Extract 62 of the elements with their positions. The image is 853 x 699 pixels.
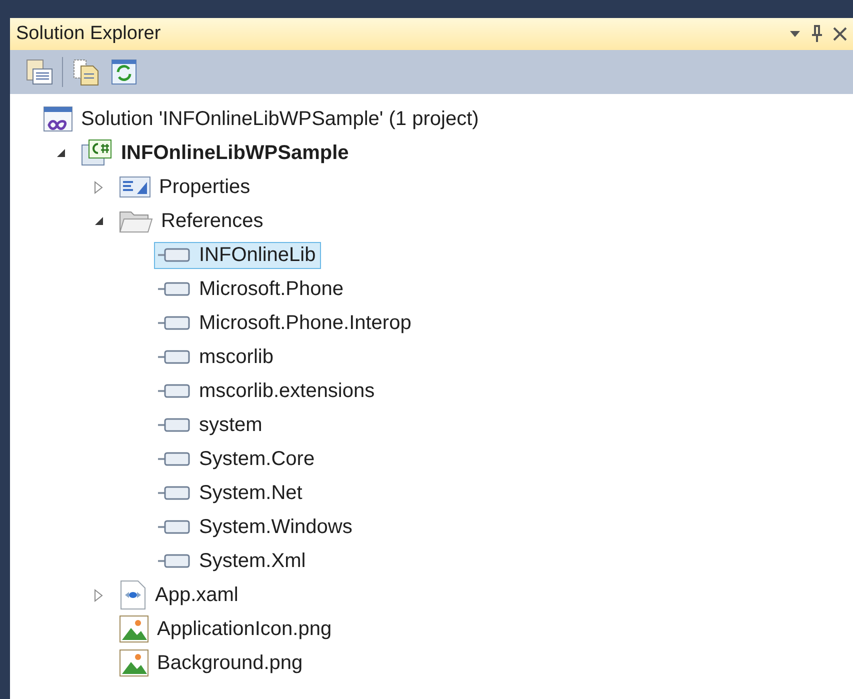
tree-item-label: References (161, 210, 264, 232)
reference-icon (157, 451, 191, 467)
tree-item-label: System.Windows (199, 516, 352, 538)
tree-item-label: Background.png (157, 652, 303, 674)
reference-icon (157, 485, 191, 501)
csharp-project-icon (81, 139, 113, 167)
tree-item[interactable]: INFOnlineLibWPSample (78, 137, 354, 169)
tree-item[interactable]: Solution 'INFOnlineLibWPSample' (1 project) (40, 104, 484, 134)
tree-item[interactable]: System.Net (154, 480, 308, 506)
expanded-arrow-icon[interactable] (94, 216, 104, 226)
tree-item-label: mscorlib (199, 346, 274, 368)
tree-item-label: Microsoft.Phone.Interop (199, 312, 412, 334)
collapsed-arrow-icon[interactable] (94, 180, 103, 194)
tree-item-label: System.Xml (199, 550, 306, 572)
expanded-arrow-icon[interactable] (56, 148, 66, 158)
properties-window-icon[interactable] (24, 57, 54, 87)
collapsed-arrow-icon[interactable] (94, 588, 103, 602)
tree-item[interactable]: system (154, 412, 268, 438)
tree-item-label: System.Core (199, 448, 315, 470)
tree-item[interactable]: INFOnlineLib (154, 242, 321, 268)
tree-item[interactable]: Microsoft.Phone.Interop (154, 310, 416, 336)
properties-icon (119, 175, 151, 199)
image-file-icon (119, 649, 149, 677)
tree-item[interactable]: mscorlib.extensions (154, 378, 380, 404)
tree-item[interactable]: ApplicationIcon.png (116, 613, 337, 645)
tree-item[interactable]: Background.png (116, 647, 308, 679)
tree-item-label: App.xaml (155, 584, 238, 606)
reference-icon (157, 247, 191, 263)
tree-item[interactable]: Microsoft.Phone (154, 276, 349, 302)
tree-item-label: INFOnlineLib (199, 244, 316, 266)
documents-icon[interactable] (71, 57, 101, 87)
tree-item-label: System.Net (199, 482, 302, 504)
tree-item-label: INFOnlineLibWPSample (121, 142, 349, 164)
refresh-icon[interactable] (109, 57, 139, 87)
tree-item-label: Microsoft.Phone (199, 278, 344, 300)
xaml-file-icon (119, 580, 147, 610)
tree-item[interactable]: Properties (116, 173, 256, 201)
tree-item-label: mscorlib.extensions (199, 380, 375, 402)
reference-icon (157, 315, 191, 331)
panel-title: Solution Explorer (16, 23, 162, 45)
dropdown-icon[interactable] (789, 30, 801, 38)
reference-icon (157, 281, 191, 297)
reference-icon (157, 519, 191, 535)
image-file-icon (119, 615, 149, 643)
tree-item-label: Solution 'INFOnlineLibWPSample' (1 project) (81, 108, 479, 130)
tree-item-label: Properties (159, 176, 250, 198)
reference-icon (157, 383, 191, 399)
tree-item-label: system (199, 414, 262, 436)
reference-icon (157, 417, 191, 433)
tree-item[interactable]: App.xaml (116, 578, 244, 612)
reference-icon (157, 553, 191, 569)
reference-icon (157, 349, 191, 365)
tree-item[interactable]: mscorlib (154, 344, 278, 370)
solution-icon (43, 106, 73, 132)
tree-item[interactable]: References (116, 207, 268, 235)
tree-item-label: ApplicationIcon.png (157, 618, 332, 640)
close-icon[interactable] (833, 27, 847, 41)
tree-item[interactable]: System.Xml (154, 548, 311, 574)
tree-item[interactable]: System.Core (154, 446, 320, 472)
pin-icon[interactable] (811, 25, 823, 43)
tree-item[interactable]: System.Windows (154, 514, 358, 540)
folder-icon (119, 209, 153, 233)
